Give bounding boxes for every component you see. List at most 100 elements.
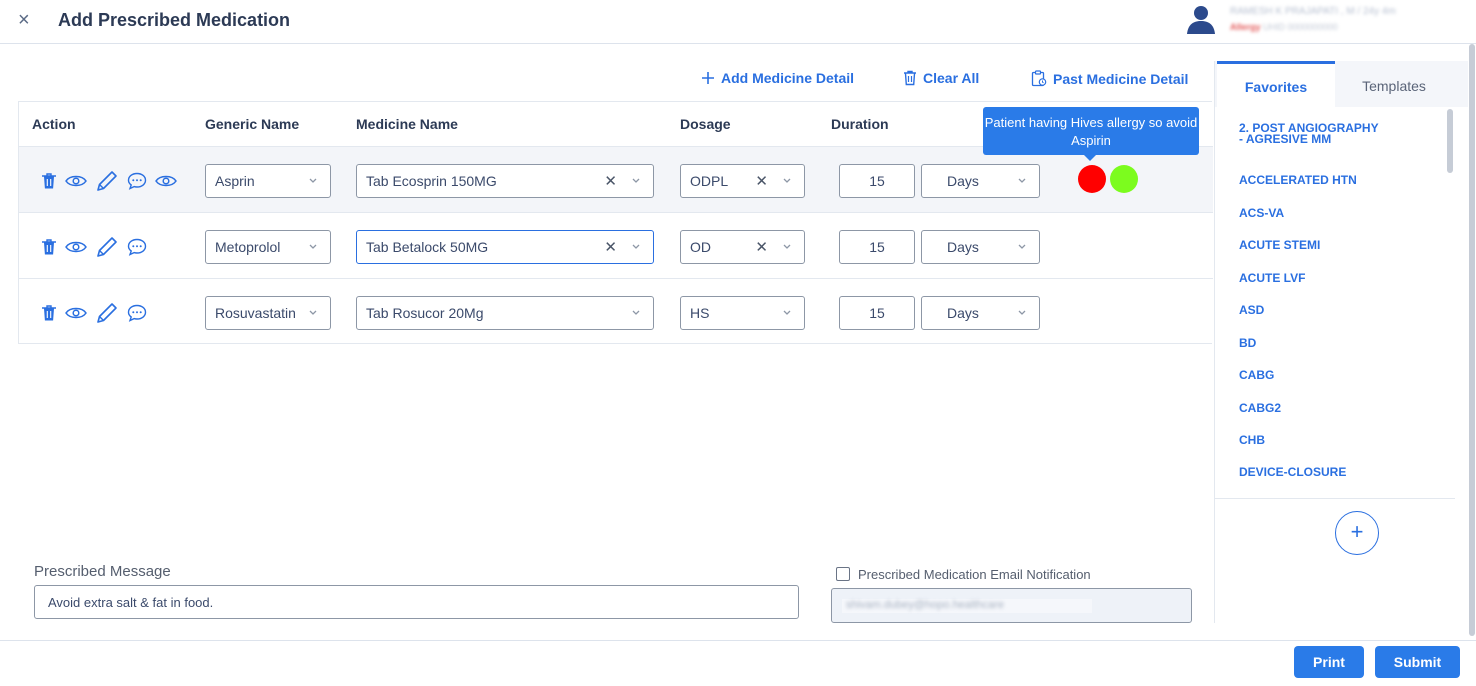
duration-input[interactable]: 15 bbox=[839, 230, 915, 264]
dosage-select[interactable]: ODPL ✕ bbox=[680, 164, 805, 198]
generic-name-value: Rosuvastatin bbox=[215, 305, 296, 321]
view-icon[interactable] bbox=[65, 174, 87, 188]
view-icon[interactable] bbox=[65, 240, 87, 254]
clipboard-icon bbox=[1031, 70, 1047, 87]
edit-pencil-icon[interactable] bbox=[95, 301, 119, 325]
email-value-field: shivam.dubey@hopo.healthcare bbox=[842, 599, 1092, 613]
medicine-name-value: Tab Rosucor 20Mg bbox=[366, 305, 484, 321]
duration-input[interactable]: 15 bbox=[839, 296, 915, 330]
table-row: Rosuvastatin Tab Rosucor 20Mg HS 15 Days bbox=[19, 278, 1213, 344]
print-button[interactable]: Print bbox=[1294, 646, 1364, 678]
generic-name-select[interactable]: Asprin bbox=[205, 164, 331, 198]
dosage-value: ODPL bbox=[690, 173, 729, 189]
duration-unit-select[interactable]: Days bbox=[921, 296, 1040, 330]
favorite-item[interactable]: CABG bbox=[1239, 369, 1379, 381]
view-icon[interactable] bbox=[155, 174, 177, 188]
duration-input[interactable]: 15 bbox=[839, 164, 915, 198]
header-generic-name: Generic Name bbox=[205, 116, 300, 132]
medicine-name-select[interactable]: Tab Rosucor 20Mg bbox=[356, 296, 654, 330]
prescribed-message-label: Prescribed Message bbox=[34, 563, 171, 580]
table-row: Asprin Tab Ecosprin 150MG ✕ ODPL ✕ 15 Da… bbox=[19, 146, 1213, 212]
user-meta: Allergy UHID 0000000000 bbox=[1230, 22, 1338, 32]
past-medicine-detail-button[interactable]: Past Medicine Detail bbox=[1031, 70, 1188, 87]
clear-icon[interactable]: ✕ bbox=[604, 172, 617, 190]
favorite-item[interactable]: ACS-VA bbox=[1239, 207, 1379, 219]
dosage-select[interactable]: OD ✕ bbox=[680, 230, 805, 264]
favorite-item[interactable]: CHB bbox=[1239, 434, 1379, 446]
favorites-panel: Favorites Templates 2. POST ANGIOGRAPHY … bbox=[1214, 61, 1468, 623]
edit-pencil-icon[interactable] bbox=[95, 169, 119, 193]
chevron-down-icon bbox=[783, 244, 791, 249]
panel-divider bbox=[1215, 498, 1455, 499]
dosage-select[interactable]: HS bbox=[680, 296, 805, 330]
favorite-item[interactable]: ACUTE LVF bbox=[1239, 272, 1379, 284]
delete-icon[interactable] bbox=[41, 172, 57, 190]
medicine-name-value: Tab Ecosprin 150MG bbox=[366, 173, 497, 189]
safe-status-indicator[interactable] bbox=[1110, 165, 1138, 193]
tab-favorites[interactable]: Favorites bbox=[1217, 61, 1335, 107]
allergy-alert-indicator[interactable] bbox=[1078, 165, 1106, 193]
medicine-name-select[interactable]: Tab Betalock 50MG ✕ bbox=[356, 230, 654, 264]
medicine-name-select[interactable]: Tab Ecosprin 150MG ✕ bbox=[356, 164, 654, 198]
favorites-scrollbar[interactable] bbox=[1447, 109, 1453, 173]
plus-icon bbox=[702, 72, 714, 84]
comment-icon[interactable] bbox=[127, 238, 147, 256]
add-medicine-detail-label: Add Medicine Detail bbox=[721, 70, 855, 86]
header-dosage: Dosage bbox=[680, 116, 731, 132]
favorite-item[interactable]: CABG2 bbox=[1239, 402, 1379, 414]
chevron-down-icon bbox=[309, 178, 317, 183]
close-icon[interactable]: × bbox=[18, 9, 30, 32]
comment-icon[interactable] bbox=[127, 304, 147, 322]
duration-unit-select[interactable]: Days bbox=[921, 230, 1040, 264]
favorite-item[interactable]: DEVICE-CLOSURE bbox=[1239, 466, 1379, 478]
dosage-value: OD bbox=[690, 239, 711, 255]
prescribed-message-input[interactable]: Avoid extra salt & fat in food. bbox=[34, 585, 799, 619]
duration-unit-value: Days bbox=[947, 305, 979, 321]
generic-name-select[interactable]: Rosuvastatin bbox=[205, 296, 331, 330]
view-icon[interactable] bbox=[65, 306, 87, 320]
duration-unit-value: Days bbox=[947, 173, 979, 189]
chevron-down-icon bbox=[783, 178, 791, 183]
clear-icon[interactable]: ✕ bbox=[755, 172, 768, 190]
submit-button[interactable]: Submit bbox=[1375, 646, 1460, 678]
user-avatar-icon[interactable] bbox=[1186, 4, 1216, 34]
generic-name-value: Asprin bbox=[215, 173, 255, 189]
duration-unit-value: Days bbox=[947, 239, 979, 255]
clear-icon[interactable]: ✕ bbox=[604, 238, 617, 256]
delete-icon[interactable] bbox=[41, 304, 57, 322]
favorite-item[interactable]: ACUTE STEMI bbox=[1239, 239, 1379, 251]
page-title: Add Prescribed Medication bbox=[58, 10, 291, 30]
chevron-down-icon bbox=[309, 244, 317, 249]
clear-all-button[interactable]: Clear All bbox=[903, 70, 979, 86]
comment-icon[interactable] bbox=[127, 172, 147, 190]
favorite-item[interactable]: ASD bbox=[1239, 304, 1379, 316]
user-name: RAMESH K PRAJAPATI , M / 24y 4m bbox=[1230, 6, 1396, 17]
email-notification-checkbox[interactable] bbox=[836, 567, 850, 581]
chevron-down-icon bbox=[309, 310, 317, 315]
email-input[interactable]: shivam.dubey@hopo.healthcare bbox=[831, 588, 1192, 623]
chevron-down-icon bbox=[1018, 178, 1026, 183]
panel-tabs: Favorites Templates bbox=[1215, 61, 1468, 107]
favorite-item[interactable]: 2. POST ANGIOGRAPHY - AGRESIVE MM bbox=[1239, 122, 1379, 145]
clear-all-label: Clear All bbox=[923, 70, 980, 86]
tab-templates[interactable]: Templates bbox=[1335, 61, 1453, 107]
delete-icon[interactable] bbox=[41, 238, 57, 256]
generic-name-select[interactable]: Metoprolol bbox=[205, 230, 331, 264]
past-medicine-detail-label: Past Medicine Detail bbox=[1053, 70, 1189, 87]
edit-pencil-icon[interactable] bbox=[95, 235, 119, 259]
duration-unit-select[interactable]: Days bbox=[921, 164, 1040, 198]
trash-icon bbox=[904, 70, 916, 86]
header-medicine-name: Medicine Name bbox=[356, 116, 458, 132]
favorites-list: 2. POST ANGIOGRAPHY - AGRESIVE MM ACCELE… bbox=[1215, 107, 1447, 499]
add-medicine-detail-button[interactable]: Add Medicine Detail bbox=[701, 70, 854, 86]
header-action: Action bbox=[32, 116, 76, 132]
page-scrollbar[interactable] bbox=[1469, 44, 1475, 636]
add-favorite-icon[interactable]: + bbox=[1335, 511, 1379, 555]
footer-bar bbox=[0, 640, 1476, 686]
allergy-tooltip: Patient having Hives allergy so avoid As… bbox=[983, 107, 1199, 161]
row-actions bbox=[41, 301, 147, 325]
favorite-item[interactable]: ACCELERATED HTN bbox=[1239, 174, 1379, 186]
chevron-down-icon bbox=[1018, 244, 1026, 249]
favorite-item[interactable]: BD bbox=[1239, 337, 1379, 349]
clear-icon[interactable]: ✕ bbox=[755, 238, 768, 256]
